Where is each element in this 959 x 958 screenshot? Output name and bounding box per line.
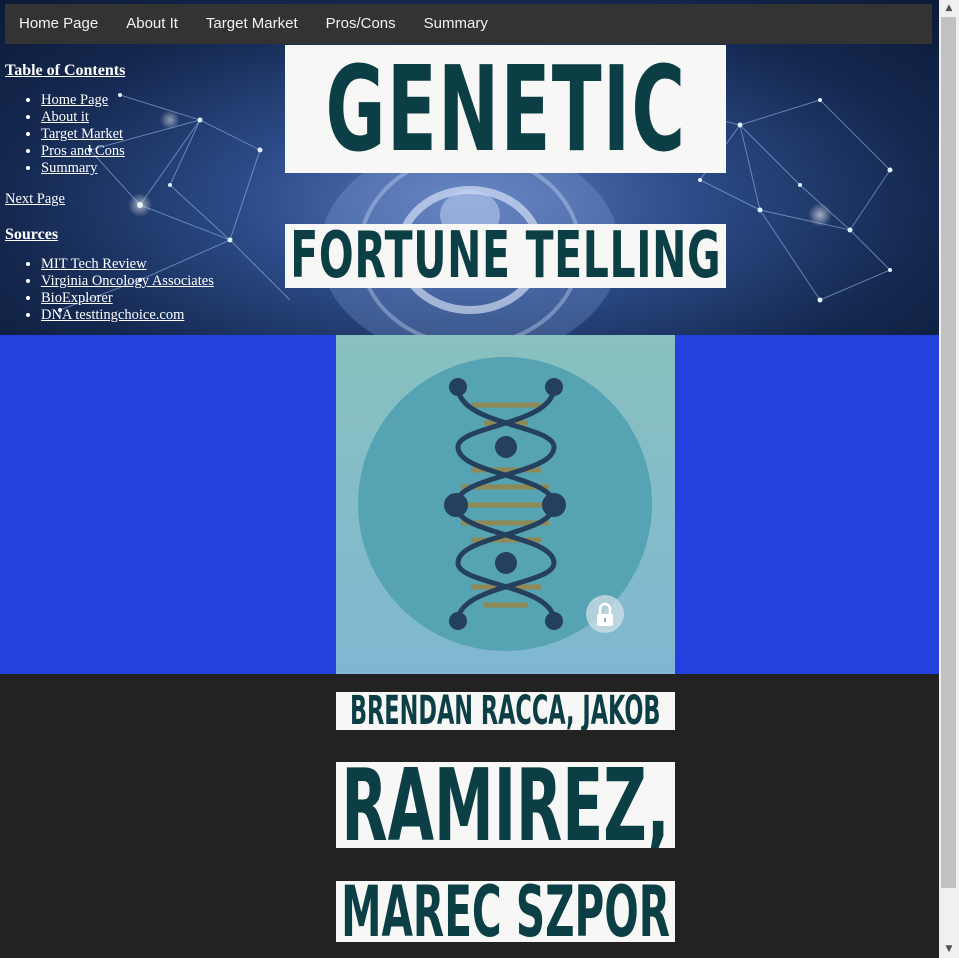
author-line-1-text: BRENDAN RACCA, JAKOB [350,692,661,730]
nav-target-market[interactable]: Target Market [192,4,312,44]
scroll-down-arrow[interactable]: ▼ [939,941,959,958]
source-item: BioExplorer [41,290,214,307]
nav-pros-cons[interactable]: Pros/Cons [312,4,410,44]
toc-link-about-it[interactable]: About it [41,109,89,125]
nav-summary[interactable]: Summary [410,4,502,44]
page-viewport: Home Page About It Target Market Pros/Co… [0,0,939,958]
toc-link-pros-and-cons[interactable]: Pros and Cons [41,143,125,159]
author-line-3: MAREC SZPOR [336,881,675,942]
nav-about-it[interactable]: About It [112,4,192,44]
toc-link-home-page[interactable]: Home Page [41,92,108,108]
scrollbar-thumb[interactable] [941,17,956,888]
toc-link-summary[interactable]: Summary [41,160,97,176]
toc-link-target-market[interactable]: Target Market [41,126,123,142]
source-item: DNA testtingchoice.com [41,307,214,324]
dna-helix-icon [358,357,652,651]
source-link-mit-tech-review[interactable]: MIT Tech Review [41,256,147,272]
title-genetic: GENETIC [285,45,726,173]
vertical-scrollbar[interactable]: ▲ ▼ [939,0,959,958]
toc-item: Summary [41,160,214,177]
nav-home-page[interactable]: Home Page [5,4,112,44]
top-navigation-bar: Home Page About It Target Market Pros/Co… [5,4,932,44]
scroll-up-arrow[interactable]: ▲ [939,0,959,17]
source-link-virginia-oncology[interactable]: Virginia Oncology Associates [41,273,214,289]
author-line-2-text: RAMIREZ, [341,762,670,848]
toc-heading: Table of Contents [5,62,214,80]
sidebar: Table of Contents Home Page About it Tar… [5,62,214,324]
author-line-1: BRENDAN RACCA, JAKOB [336,692,675,730]
title-line-2: FORTUNE TELLING [289,224,722,288]
sources-list: MIT Tech Review Virginia Oncology Associ… [5,256,214,324]
author-line-2: RAMIREZ, [336,762,675,848]
toc-item: Target Market [41,126,214,143]
source-link-bioexplorer[interactable]: BioExplorer [41,290,113,306]
toc-item: Pros and Cons [41,143,214,160]
source-item: MIT Tech Review [41,256,214,273]
lock-icon [586,595,624,633]
sources-heading: Sources [5,226,214,244]
toc-item: About it [41,109,214,126]
dna-image [336,335,675,674]
toc-item: Home Page [41,92,214,109]
source-link-dna-testing[interactable]: DNA testtingchoice.com [41,307,184,323]
next-page-link[interactable]: Next Page [5,191,214,208]
sources-heading-link[interactable]: Sources [5,226,58,243]
title-fortune-telling: FORTUNE TELLING [285,224,726,288]
author-line-3-text: MAREC SZPOR [341,881,670,942]
title-line-1: GENETIC [325,45,686,173]
source-item: Virginia Oncology Associates [41,273,214,290]
toc-list: Home Page About it Target Market Pros an… [5,92,214,177]
toc-heading-link[interactable]: Table of Contents [5,62,125,79]
